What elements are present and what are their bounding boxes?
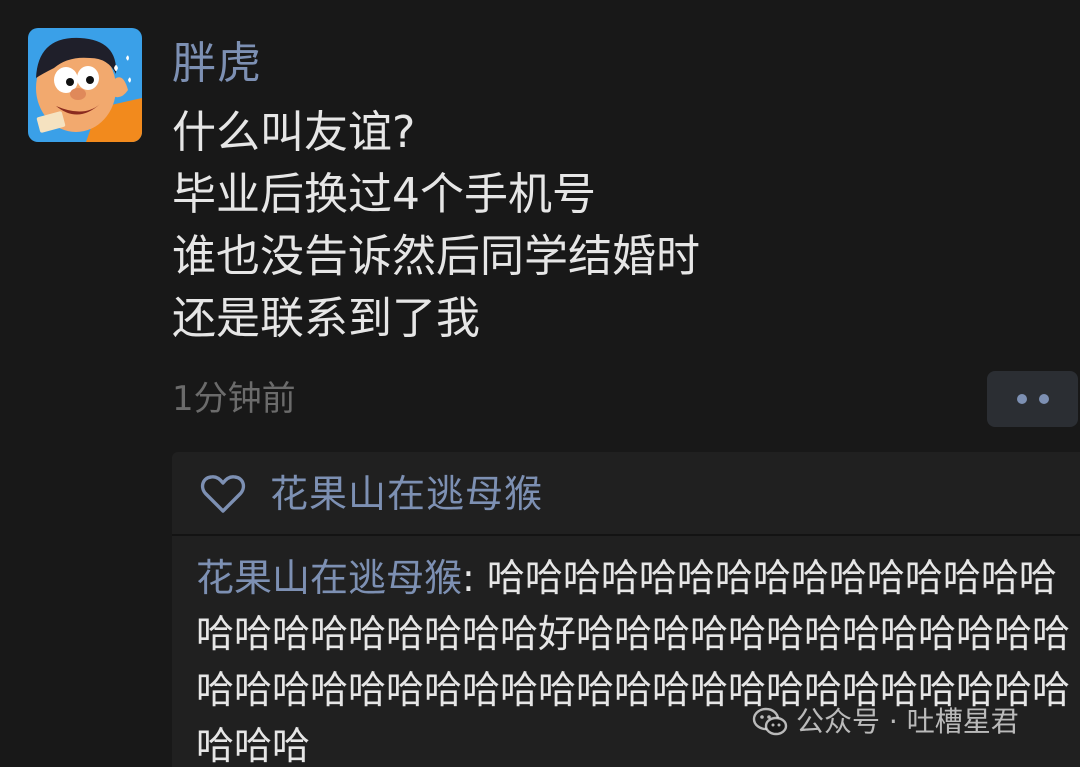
post-timestamp: 1分钟前 [172,379,296,419]
more-actions-button[interactable] [987,371,1078,427]
post-content: 什么叫友谊? 毕业后换过4个手机号 谁也没告诉然后同学结婚时 还是联系到了我 [172,102,700,350]
likes-section: 花果山在逃母猴 [172,452,1080,536]
wechat-icon [752,707,788,736]
post-line: 还是联系到了我 [172,293,480,344]
avatar-cartoon-image [28,28,142,142]
more-dot-icon [1038,394,1049,404]
liker-name[interactable]: 花果山在逃母猴 [270,468,543,520]
moments-post-screen: 胖虎 什么叫友谊? 毕业后换过4个手机号 谁也没告诉然后同学结婚时 还是联系到了… [0,0,1080,767]
commenter-name[interactable]: 花果山在逃母猴 [196,556,462,600]
watermark: 公众号 · 吐槽星君 [752,700,1019,744]
author-name[interactable]: 胖虎 [172,36,262,92]
post-line: 毕业后换过4个手机号 [172,169,596,220]
heart-icon [200,475,246,513]
post-line: 什么叫友谊? [172,107,416,158]
comment-separator: : [462,556,487,600]
post-line: 谁也没告诉然后同学结婚时 [172,231,700,282]
avatar[interactable] [28,28,142,142]
more-dot-icon [1016,394,1027,404]
watermark-text: 公众号 · 吐槽星君 [796,705,1019,738]
